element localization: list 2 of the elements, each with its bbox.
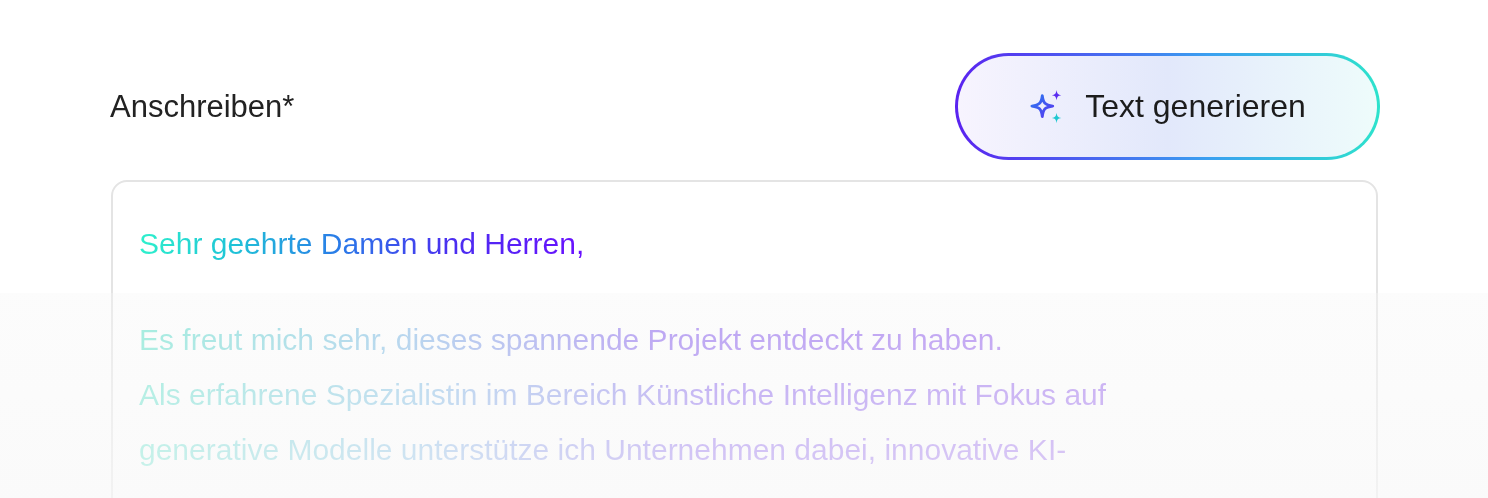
cover-letter-field[interactable] bbox=[111, 180, 1378, 498]
field-label: Anschreiben* bbox=[110, 88, 295, 125]
